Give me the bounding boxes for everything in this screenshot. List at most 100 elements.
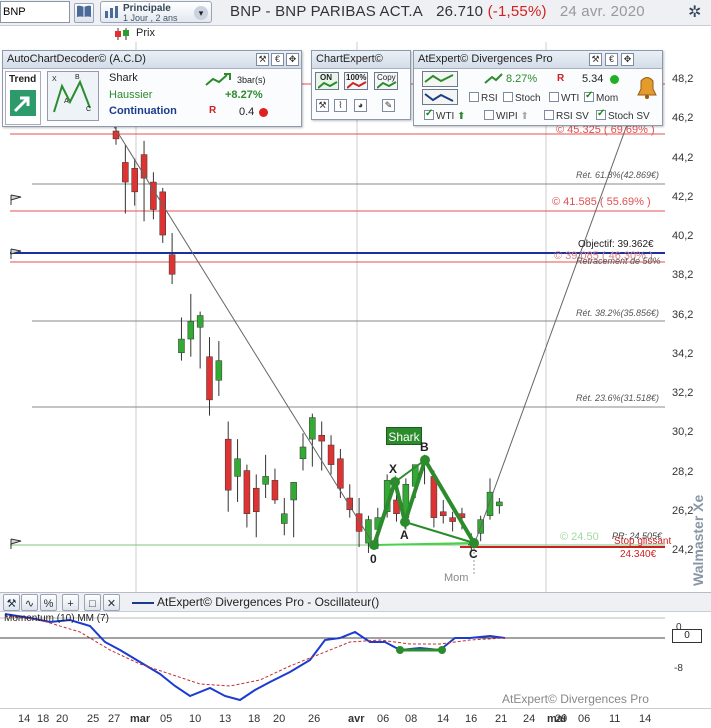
candle-body [281,513,288,524]
move-icon[interactable]: ✥ [286,53,299,66]
acd-bars: 3bar(s) [237,75,266,85]
candle-body [187,321,195,340]
pencil-icon[interactable]: ✎ [382,99,395,112]
x-tick-label: 08 [405,713,418,725]
pattern-thumbnail[interactable]: X B A C [47,71,99,121]
candle-body [206,356,213,401]
copy-button[interactable]: Copy [374,72,398,90]
flag-icon[interactable] [9,194,23,209]
acd-direction: Haussier [109,89,153,101]
settings-star-icon[interactable]: ✲ [688,2,701,22]
level-label-9: © 24.50 [560,531,599,543]
x-tick-label: 10 [189,713,202,725]
stoch-checkbox[interactable]: Stoch [503,92,541,104]
wti-sv-checkbox[interactable]: WTI ⬆ [424,108,466,122]
period-selector[interactable]: Principale 1 Jour , 2 ans ▾ [100,1,212,23]
flag-icon[interactable] [9,248,23,263]
euro-icon[interactable]: € [271,53,284,66]
risk-dot-icon [259,108,268,117]
candle-body [168,254,176,275]
close-icon[interactable]: ✕ [103,594,120,611]
oscillator-title: AtExpert© Divergences Pro - Oscillateur(… [157,595,380,609]
book-icon[interactable] [74,3,94,23]
stoch-sv-checkbox[interactable]: Stoch SV [596,108,650,122]
maximize-icon[interactable]: □ [84,594,101,611]
atexpert-gain: 8.27% [506,73,538,85]
objective-label: Objectif: 39.362€ [578,239,654,250]
x-tick-label: 24 [523,713,536,725]
acd-pattern: Shark [109,72,138,84]
divergence-bull-button[interactable] [422,71,458,87]
watermark: Walmaster Xe [690,494,706,586]
divergence-bear-button[interactable] [422,89,458,105]
atexpert-value: 5.34 [582,73,604,85]
mom-label: Mom [444,572,469,584]
percent-icon[interactable]: % [40,594,57,611]
candle-body [346,497,353,511]
candle-body [262,476,269,485]
divergence-point [438,646,446,654]
chartexpert-panel: ChartExpert© ON 100% Copy ⚒ ⌇ ◕ ✎ [311,50,411,120]
divergence-point [396,646,404,654]
candle-body [299,446,307,460]
candle-body [196,315,204,328]
euro-icon[interactable]: € [605,53,618,66]
candle-body [318,434,325,442]
shark-pattern-label[interactable]: Shark [386,427,422,445]
candle-body [327,444,335,465]
candle-body [290,482,297,501]
candle-body [309,417,316,440]
chevron-down-icon[interactable]: ▾ [194,6,208,20]
series-swatch [132,602,154,604]
x-axis: 14 18 20 25 27 mar 05 10 13 18 20 26 avr 06 08 14 16 21 24… [0,708,711,728]
y-tick-label: 36,2 [672,308,694,321]
rsi-checkbox[interactable]: RSI [469,92,498,104]
flag-icon[interactable] [9,538,23,553]
x-tick-label: 05 [160,713,173,725]
x-tick-label: 18 [37,713,50,725]
y-tick-label: 42,2 [672,190,694,203]
candle-body [131,168,138,193]
rsi-sv-checkbox[interactable]: RSI SV [544,110,589,122]
zoom-in-icon[interactable]: + [62,594,79,611]
y-tick-label: 38,2 [672,269,694,282]
pattern-point [400,517,410,527]
mom-checkbox[interactable]: Mom [584,90,618,104]
percent-button[interactable]: 100% [344,72,368,90]
status-dot-icon [610,75,619,84]
x-tick-label: mar [130,713,151,725]
instrument-name: BNP - BNP PARIBAS ACT.A [230,3,424,20]
y-tick-label: 48,2 [672,73,694,85]
oscillator-footer: AtExpert© Divergences Pro [502,692,649,706]
move-icon[interactable]: ✥ [621,53,634,66]
bell-icon[interactable] [632,71,662,104]
candle-body [243,470,251,514]
wipi-checkbox[interactable]: WIPI ⬆ [484,110,529,122]
osc-ytick: 0 [676,622,682,633]
pin-icon[interactable]: ⚒ [589,53,602,66]
y-tick-label: 46,2 [672,112,694,125]
on-button[interactable]: ON [315,72,339,90]
symbol-input[interactable] [0,1,70,23]
pin-icon[interactable]: ⚒ [256,53,269,66]
y-tick-label: 40,2 [672,230,694,242]
level-label-3: © 41.585 ( 55.69% ) [552,196,651,208]
y-tick-label: 28,2 [672,465,694,478]
trend-box: Trend [5,71,41,125]
x-tick-label: 27 [108,713,121,725]
x-tick-label: 20 [273,713,286,725]
palette-icon[interactable]: ◕ [354,99,367,112]
zigzag-icon[interactable]: ⌇ [334,99,347,112]
instrument-price: 26.710 [436,3,484,20]
x-tick-label: avr [348,713,365,725]
tools-icon[interactable]: ⚒ [3,594,20,611]
candle-body [449,517,456,522]
indicator-icon[interactable]: ∿ [21,594,38,611]
wti-checkbox[interactable]: WTI [549,92,579,104]
bars-chart-icon [205,73,233,90]
candles [112,115,503,553]
x-tick-label: 11 [609,713,621,725]
tools-icon[interactable]: ⚒ [316,99,329,112]
x-tick-label: 21 [495,713,508,725]
price-type-label: Prix [136,27,155,39]
